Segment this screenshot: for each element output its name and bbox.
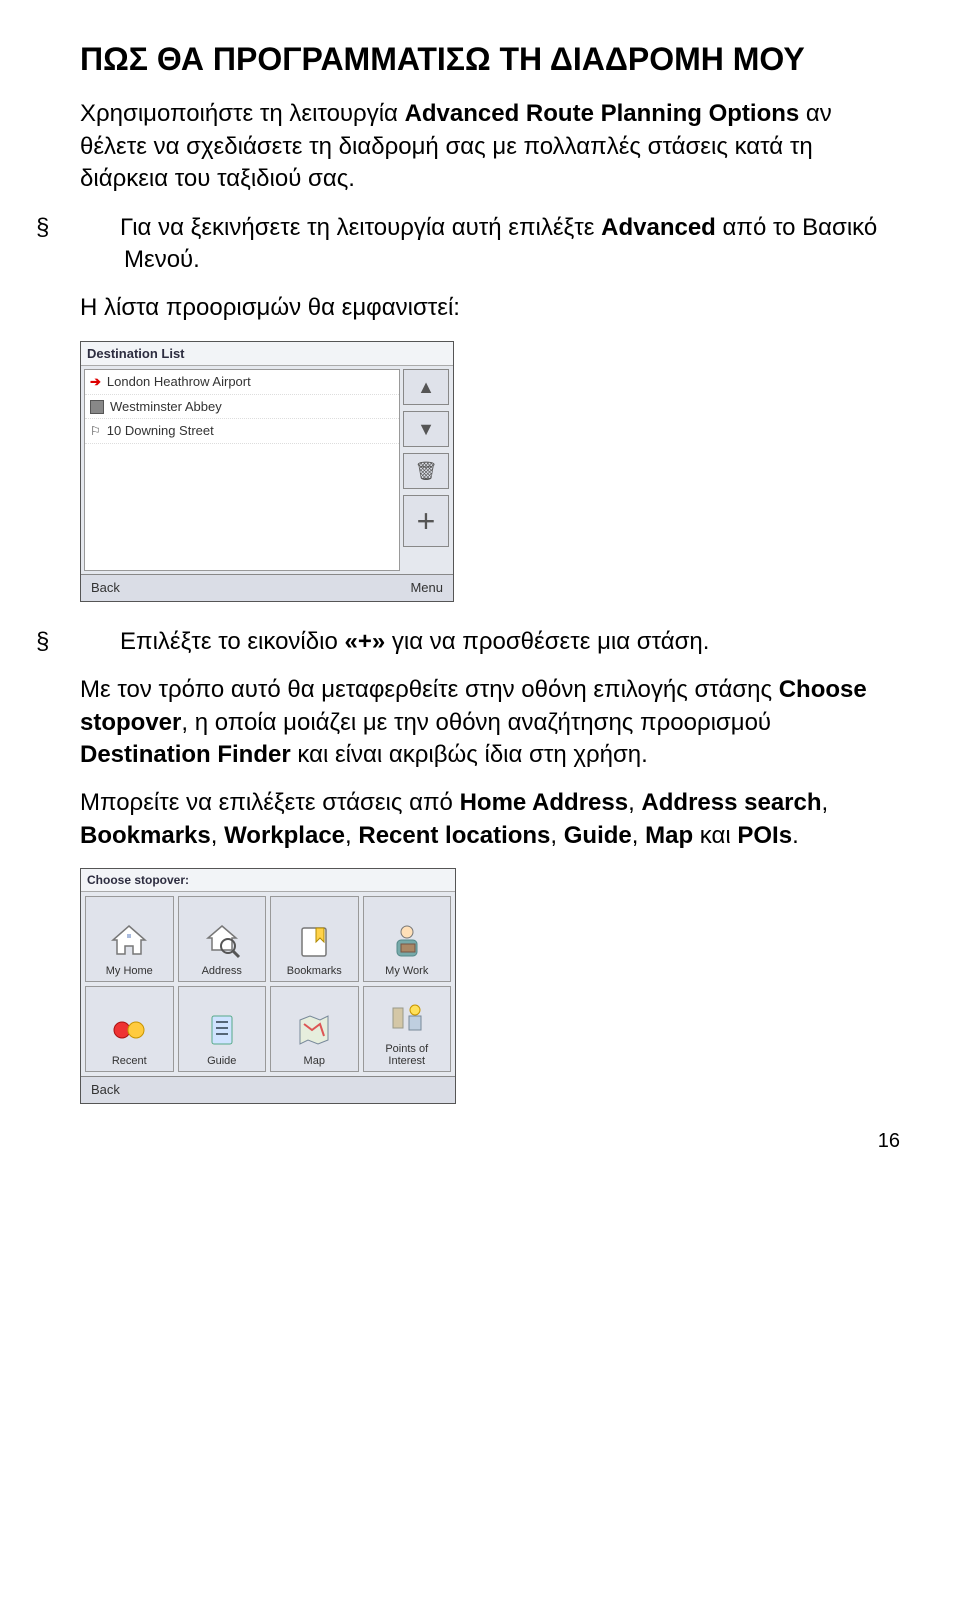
home-icon — [108, 919, 150, 961]
add-stop-button[interactable]: + — [403, 495, 449, 547]
intro-paragraph: Χρησιμοποιήστε τη λειτουργία Advanced Ro… — [80, 98, 900, 195]
map-icon — [293, 1009, 335, 1051]
destination-list-title: Destination List — [81, 342, 453, 367]
poi-icon — [386, 997, 428, 1039]
work-icon — [386, 919, 428, 961]
chevron-down-icon: ▼ — [417, 417, 435, 441]
flag-icon: ⚐ — [90, 423, 101, 439]
page-number: 16 — [80, 1128, 900, 1155]
option-guide[interactable]: Guide — [178, 986, 267, 1072]
destination-icon: ➔ — [90, 373, 101, 391]
address-search-icon — [201, 919, 243, 961]
plus-icon: + — [417, 500, 436, 543]
move-up-button[interactable]: ▲ — [403, 369, 449, 405]
move-down-button[interactable]: ▼ — [403, 411, 449, 447]
bullet-2: §Επιλέξτε το εικονίδιο «+» για να προσθέ… — [80, 626, 900, 658]
choose-stopover-title: Choose stopover: — [81, 869, 455, 892]
option-poi[interactable]: Points of Interest — [363, 986, 452, 1072]
stop-marker-icon — [90, 400, 104, 414]
option-bookmarks[interactable]: Bookmarks — [270, 896, 359, 982]
option-recent[interactable]: Recent — [85, 986, 174, 1072]
list-item[interactable]: ➔ London Heathrow Airport — [85, 370, 399, 395]
option-my-home[interactable]: My Home — [85, 896, 174, 982]
back-button[interactable]: Back — [91, 579, 120, 597]
guide-icon — [201, 1009, 243, 1051]
page-title: ΠΩΣ ΘΑ ΠΡΟΓΡΑΜΜΑΤΙΣΩ ΤΗ ΔΙΑΔΡΟΜΗ ΜΟΥ — [80, 40, 900, 78]
delete-button[interactable]: 🗑 — [403, 453, 449, 489]
paragraph-options: Μπορείτε να επιλέξετε στάσεις από Home A… — [80, 787, 900, 852]
option-my-work[interactable]: My Work — [363, 896, 452, 982]
option-map[interactable]: Map — [270, 986, 359, 1072]
choose-stopover-panel: Choose stopover: My Home Address Bookmar… — [80, 868, 456, 1104]
paragraph-choose-stopover: Με τον τρόπο αυτό θα μεταφερθείτε στην ο… — [80, 674, 900, 771]
destination-list-label: Η λίστα προορισμών θα εμφανιστεί: — [80, 292, 900, 324]
menu-button[interactable]: Menu — [410, 579, 443, 597]
destination-list-panel: Destination List ➔ London Heathrow Airpo… — [80, 341, 454, 602]
list-item[interactable]: ⚐ 10 Downing Street — [85, 419, 399, 444]
chevron-up-icon: ▲ — [417, 375, 435, 399]
bookmarks-icon — [293, 919, 335, 961]
back-button[interactable]: Back — [91, 1082, 120, 1097]
trash-icon: 🗑 — [415, 459, 438, 483]
option-address[interactable]: Address — [178, 896, 267, 982]
recent-icon — [108, 1009, 150, 1051]
bullet-1: §Για να ξεκινήσετε τη λειτουργία αυτή επ… — [80, 212, 900, 277]
destination-list: ➔ London Heathrow Airport Westminster Ab… — [84, 369, 400, 571]
list-item[interactable]: Westminster Abbey — [85, 395, 399, 420]
